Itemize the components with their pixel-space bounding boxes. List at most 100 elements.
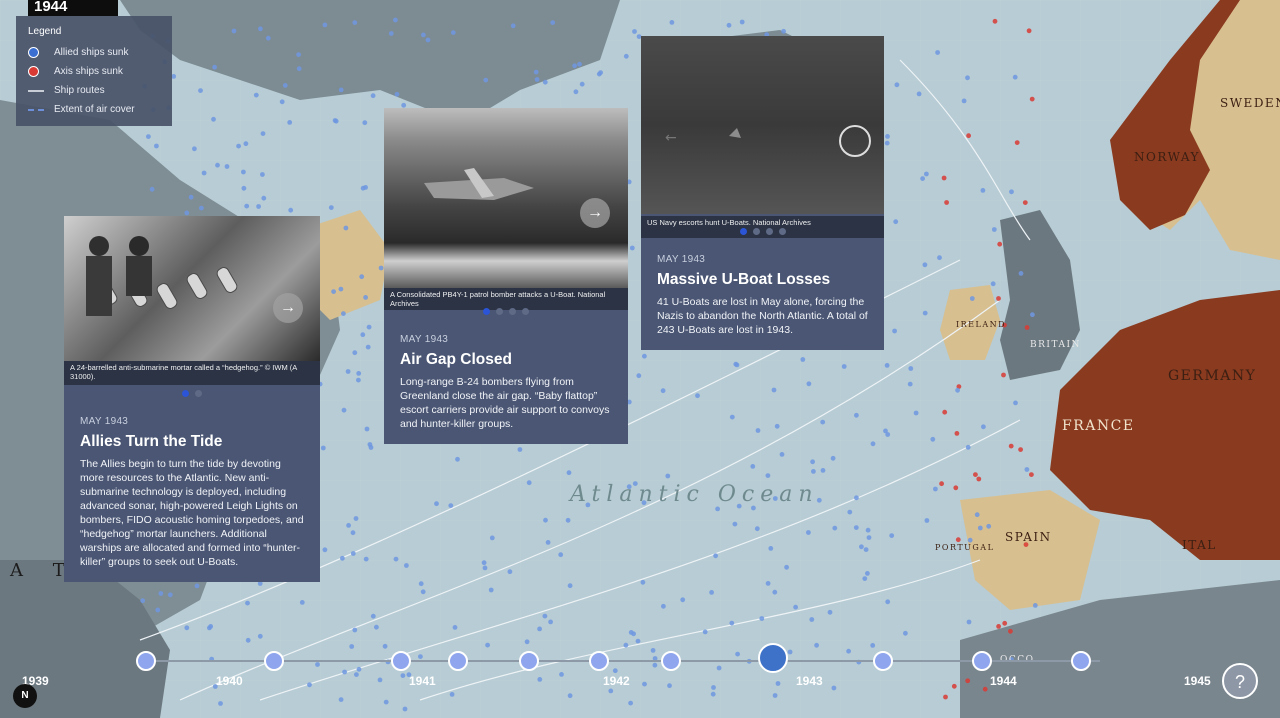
allied-ship-sunk-marker (885, 599, 891, 605)
timeline-event-node[interactable] (136, 651, 156, 671)
allied-ship-sunk-marker (967, 537, 973, 543)
allied-ship-sunk-marker (865, 527, 871, 533)
allied-ship-sunk-marker (800, 357, 806, 362)
timeline-event-node[interactable] (264, 651, 284, 671)
axis-ship-sunk-marker (1024, 325, 1030, 330)
event-card-air-gap-closed[interactable]: → A Consolidated PB4Y-1 patrol bomber at… (384, 108, 628, 444)
allied-ship-sunk-marker (661, 603, 666, 609)
timeline-event-node[interactable] (448, 651, 468, 671)
allied-ship-sunk-marker (827, 609, 833, 615)
timeline-year-label[interactable]: 1944 (990, 674, 1017, 688)
allied-ship-sunk-marker (352, 627, 358, 633)
slide-indicator (641, 228, 884, 235)
slide-dot[interactable] (182, 390, 189, 397)
slide-dot[interactable] (765, 228, 773, 235)
slide-dot[interactable] (483, 308, 490, 315)
allied-ship-sunk-marker (916, 91, 922, 97)
axis-ship-sunk-marker (943, 694, 948, 700)
air-cover-dash-icon (28, 108, 44, 111)
allied-ship-sunk-marker (883, 428, 888, 434)
slide-dot[interactable] (778, 228, 786, 235)
ireland-label: IRELAND (956, 320, 1007, 329)
card-text: Long-range B-24 bombers flying from Gree… (400, 376, 610, 430)
allied-ship-sunk-marker (350, 530, 356, 536)
sweden-label: SWEDEN (1220, 96, 1280, 110)
allied-ship-sunk-marker (245, 600, 250, 606)
help-button[interactable]: ? (1222, 663, 1258, 699)
allied-ship-sunk-marker (256, 204, 261, 209)
allied-ship-sunk-marker (636, 373, 642, 379)
allied-ship-sunk-marker (598, 70, 603, 75)
north-compass-icon[interactable]: N (13, 684, 37, 708)
slide-dot[interactable] (509, 308, 516, 315)
timeline-year-label[interactable]: 1941 (409, 674, 436, 688)
allied-ship-sunk-marker (537, 626, 542, 632)
slide-dot[interactable] (522, 308, 529, 315)
axis-dot-icon (28, 66, 39, 77)
timeline-event-node-active[interactable] (758, 643, 788, 673)
slide-dot[interactable] (195, 390, 202, 397)
allied-ship-sunk-marker (710, 691, 716, 697)
allied-ship-sunk-marker (567, 583, 573, 589)
timeline-event-node[interactable] (519, 651, 539, 671)
allied-ship-sunk-marker (830, 455, 836, 461)
allied-ship-sunk-marker (652, 662, 658, 668)
allied-ship-sunk-marker (977, 525, 983, 531)
allied-ship-sunk-marker (154, 143, 159, 149)
allied-ship-sunk-marker (155, 607, 161, 613)
allied-ship-sunk-marker (328, 205, 334, 211)
allied-ship-sunk-marker (775, 681, 781, 686)
timeline-event-node[interactable] (1071, 651, 1091, 671)
next-slide-button[interactable]: → (580, 198, 610, 228)
allied-ship-sunk-marker (924, 171, 929, 177)
next-slide-button[interactable]: → (273, 293, 303, 323)
allied-ship-sunk-marker (356, 666, 362, 672)
allied-ship-sunk-marker (338, 286, 344, 292)
slide-dot[interactable] (752, 228, 760, 235)
allied-ship-sunk-marker (784, 564, 789, 570)
allied-ship-sunk-marker (893, 219, 899, 225)
timeline-year-label[interactable]: 1945 (1184, 674, 1211, 688)
timeline-event-node[interactable] (873, 651, 893, 671)
allied-ship-sunk-marker (383, 699, 389, 705)
slide-dot[interactable] (496, 308, 503, 315)
allied-ship-sunk-marker (212, 64, 218, 70)
allied-ship-sunk-marker (341, 407, 347, 413)
allied-ship-sunk-marker (667, 683, 672, 689)
allied-ship-sunk-marker (892, 328, 897, 334)
allied-ship-sunk-marker (990, 281, 996, 287)
italy-label: ITAL (1182, 538, 1217, 552)
allied-ship-sunk-marker (623, 53, 629, 59)
card-heading: Allies Turn the Tide (80, 433, 223, 450)
timeline-event-node[interactable] (391, 651, 411, 671)
allied-ship-sunk-marker (377, 677, 383, 683)
slide-dot[interactable] (739, 228, 747, 235)
allied-ship-sunk-marker (322, 22, 328, 28)
allied-ship-sunk-marker (981, 424, 986, 430)
allied-ship-sunk-marker (550, 20, 556, 25)
germany-label: GERMANY (1168, 368, 1257, 384)
timeline-year-label[interactable]: 1943 (796, 674, 823, 688)
allied-ship-sunk-marker (482, 565, 488, 571)
timeline-event-node[interactable] (589, 651, 609, 671)
allied-ship-sunk-marker (980, 188, 986, 193)
axis-ship-sunk-marker (951, 683, 957, 689)
allied-ship-sunk-marker (937, 255, 942, 261)
axis-ship-sunk-marker (939, 481, 944, 487)
event-card-massive-uboat-losses[interactable]: ← US Navy escorts hunt U-Boats. National… (641, 36, 884, 350)
timeline-year-label[interactable]: 1942 (603, 674, 630, 688)
timeline-event-node[interactable] (972, 651, 992, 671)
allied-ship-sunk-marker (359, 274, 365, 280)
allied-ship-sunk-marker (969, 296, 975, 301)
allied-ship-sunk-marker (832, 525, 838, 531)
allied-ship-sunk-marker (853, 525, 859, 530)
allied-ship-sunk-marker (665, 473, 671, 479)
timeline-event-node[interactable] (661, 651, 681, 671)
timeline-year-label[interactable]: 1940 (216, 674, 243, 688)
allied-ship-sunk-marker (635, 638, 641, 644)
svg-text:←: ← (665, 130, 677, 146)
allied-ship-sunk-marker (628, 700, 633, 706)
allied-ship-sunk-marker (307, 682, 312, 688)
allied-ship-sunk-marker (245, 637, 251, 643)
event-card-allies-turn-tide[interactable]: → A 24-barrelled anti-submarine mortar c… (64, 216, 320, 582)
